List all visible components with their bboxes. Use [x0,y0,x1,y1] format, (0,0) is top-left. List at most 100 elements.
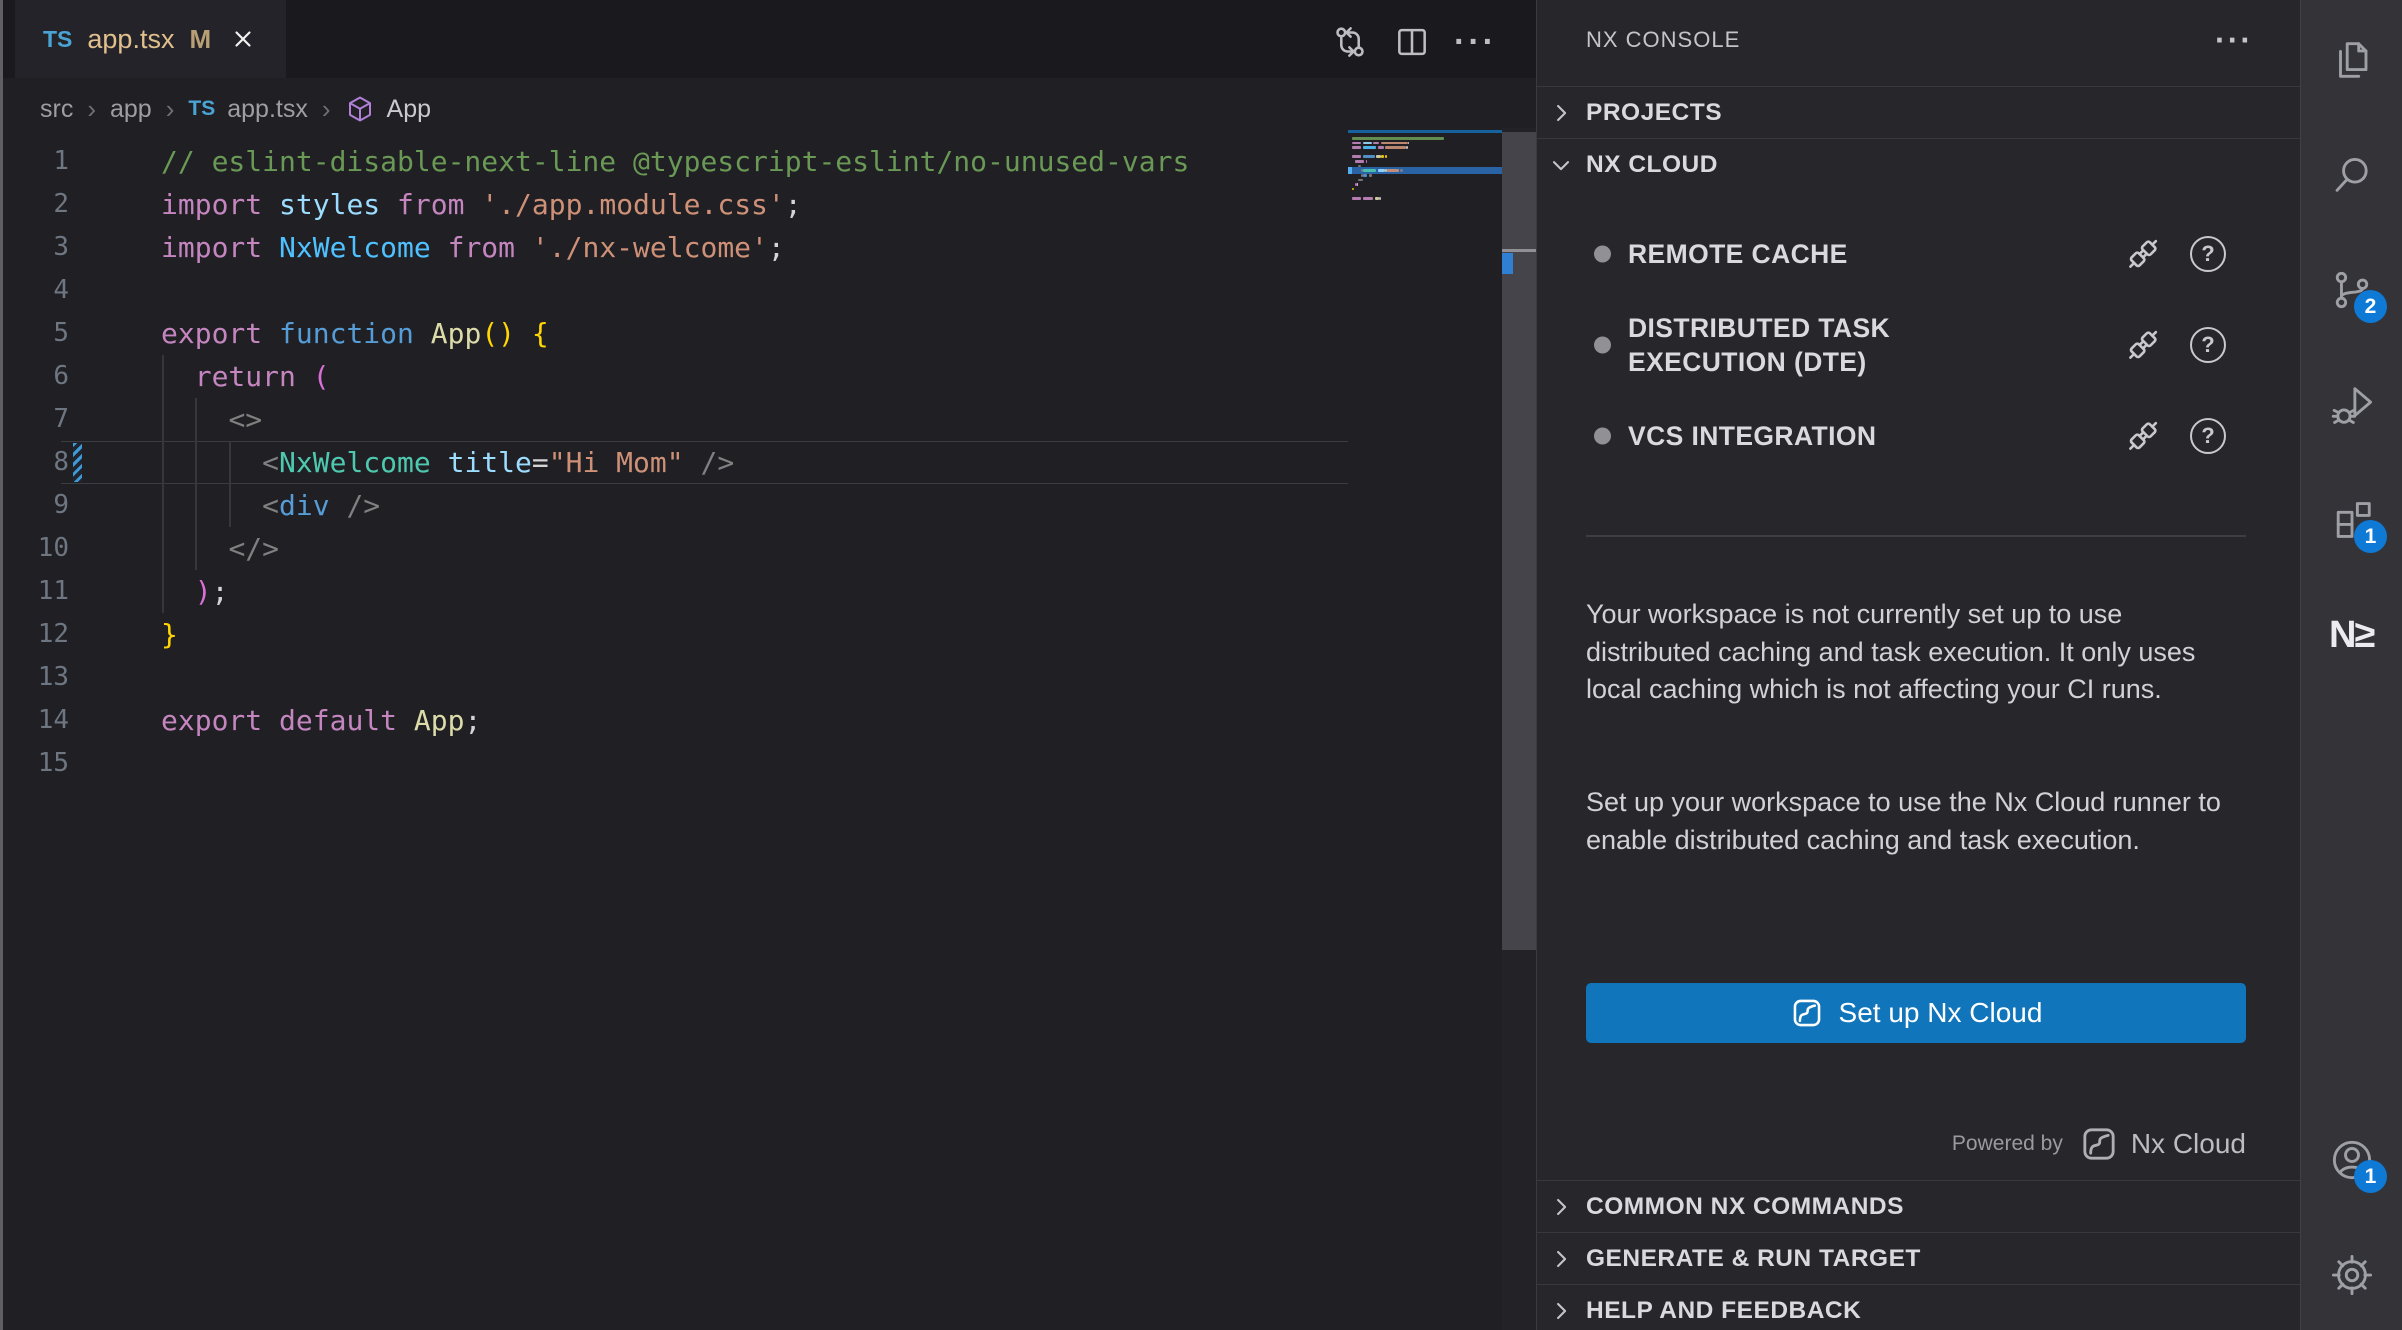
minimap-code-bar [1352,146,1361,149]
code-line[interactable]: 2import styles from './app.module.css'; [3,183,1348,226]
code-text: ); [161,570,228,613]
chevron-right-icon: › [322,94,331,125]
workspace-status-text: Your workspace is not currently set up t… [1586,596,2246,709]
minimap-code-bar [1352,155,1361,158]
nx-cloud-feature-row: REMOTE CACHE? [1537,228,2301,280]
code-text: <> [161,398,262,441]
editor-scrollbar[interactable] [1502,128,1536,1330]
minimap-code-bar [1373,142,1379,145]
explorer-icon[interactable] [2329,37,2375,83]
setup-nx-cloud-button[interactable]: Set up Nx Cloud [1586,983,2246,1043]
code-line[interactable]: 10 </> [3,527,1348,570]
badge-count: 2 [2354,290,2387,323]
section-projects[interactable]: PROJECTS [1537,86,2301,139]
code-line[interactable]: 15 [3,742,1348,785]
line-number: 13 [3,656,69,699]
line-number: 8 [3,441,69,484]
code-line[interactable]: 9 <div /> [3,484,1348,527]
code-line[interactable]: 8 <NxWelcome title="Hi Mom" /> [3,441,1348,484]
code-line[interactable]: 11 ); [3,570,1348,613]
line-number: 4 [3,269,69,312]
section-common-nx-commands[interactable]: COMMON NX COMMANDS [1537,1180,2301,1233]
help-icon[interactable]: ? [2190,418,2226,454]
help-icon[interactable]: ? [2190,236,2226,272]
code-lines: 1// eslint-disable-next-line @typescript… [3,140,1348,785]
setup-instruction-text: Set up your workspace to use the Nx Clou… [1586,784,2246,859]
tab-app-tsx[interactable]: TS app.tsx M [15,0,286,78]
gutter-modified-icon [73,443,82,482]
nx-cloud-feature-row: DISTRIBUTED TASK EXECUTION (DTE)? [1537,296,2301,394]
status-dot-icon [1594,246,1611,263]
breadcrumb-dir[interactable]: src [40,95,73,124]
code-line[interactable]: 5export function App() { [3,312,1348,355]
code-line[interactable]: 13 [3,656,1348,699]
settings-icon[interactable] [2329,1252,2375,1298]
more-actions-icon[interactable]: ··· [1454,22,1497,62]
search-icon[interactable] [2329,152,2375,198]
help-icon[interactable]: ? [2190,327,2226,363]
section-generate-run-target[interactable]: GENERATE & RUN TARGET [1537,1232,2301,1285]
line-number: 7 [3,398,69,441]
code-line[interactable]: 14 export default App; [3,699,1348,742]
minimap-code-bar [1378,169,1386,172]
connect-icon[interactable] [2122,324,2164,366]
run-and-debug-icon[interactable] [2329,382,2375,428]
open-changes-icon[interactable] [1330,22,1370,62]
chevron-right-icon [1547,1296,1577,1326]
minimap-code-bar [1381,155,1384,158]
code-line[interactable]: 12} [3,613,1348,656]
minimap-code-bar [1406,146,1408,149]
breadcrumb-symbol[interactable]: App [387,95,431,124]
line-number: 3 [3,226,69,269]
indent-guide [229,441,231,527]
minimap-code-bar [1385,155,1387,158]
line-number: 9 [3,484,69,527]
code-line[interactable]: 3import NxWelcome from './nx-welcome'; [3,226,1348,269]
badge-count: 1 [2354,1160,2387,1193]
indent-guide [162,355,164,613]
tab-filename: app.tsx [87,24,174,55]
breadcrumb-file[interactable]: app.tsx [227,95,308,124]
minimap-code-bar [1363,146,1377,149]
breadcrumb[interactable]: src › app › TS app.tsx › App [3,80,1385,138]
minimap[interactable] [1348,128,1502,348]
line-number: 10 [3,527,69,570]
code-text: <div /> [161,484,380,527]
status-dot-icon [1594,428,1611,445]
editor-actions: ··· [1330,22,1497,62]
minimap-code-bar [1352,197,1361,200]
code-line[interactable]: 1// eslint-disable-next-line @typescript… [3,140,1348,183]
nx-cloud-features: REMOTE CACHE? DISTRIBUTED TASK EXECUTION … [1537,228,2301,478]
connect-icon[interactable] [2122,233,2164,275]
accounts-icon[interactable]: 1 [2329,1137,2375,1183]
minimap-code-bar [1363,142,1372,145]
extensions-icon[interactable]: 1 [2329,497,2375,543]
divider [1586,535,2246,537]
connect-icon[interactable] [2122,415,2164,457]
section-label: PROJECTS [1586,99,1722,127]
feature-label: VCS INTEGRATION [1628,419,1876,453]
minimap-code-bar [1366,160,1368,163]
breadcrumb-dir[interactable]: app [110,95,152,124]
line-number: 14 [3,699,69,742]
close-tab-icon[interactable] [226,22,260,56]
source-control-icon[interactable]: 2 [2329,267,2375,313]
section-nx-cloud[interactable]: NX CLOUD [1537,138,2301,191]
code-text: export default App; [161,699,481,742]
modified-indicator: M [189,24,211,55]
panel-more-actions-icon[interactable]: ··· [2215,18,2253,62]
minimap-code-bar [1352,142,1361,145]
split-editor-icon[interactable] [1392,22,1432,62]
code-editor[interactable]: 1// eslint-disable-next-line @typescript… [3,140,1348,785]
minimap-code-bar [1378,146,1384,149]
section-help-and-feedback[interactable]: HELP AND FEEDBACK [1537,1284,2301,1330]
code-line[interactable]: 4 [3,269,1348,312]
section-label: NX CLOUD [1586,151,1718,179]
code-text: import styles from './app.module.css'; [161,183,802,226]
code-line[interactable]: 6 return ( [3,355,1348,398]
nx-console-icon[interactable]: N≥ [2329,612,2375,658]
minimap-code-bar [1379,197,1381,200]
overview-modified-marker [1502,253,1513,274]
code-line[interactable]: 7 <> [3,398,1348,441]
line-number: 6 [3,355,69,398]
